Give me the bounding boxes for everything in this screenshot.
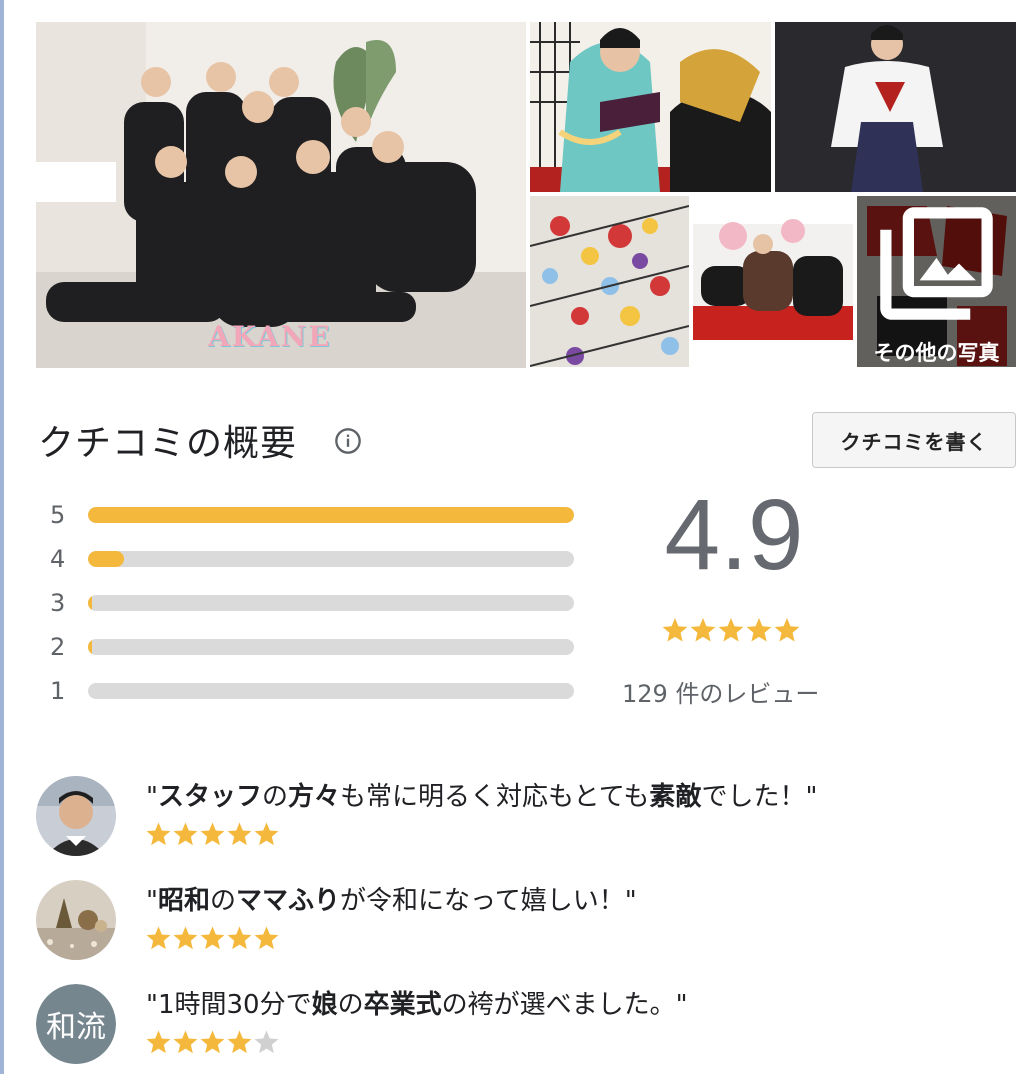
- star-filled-icon: [774, 618, 800, 642]
- quote-highlight: ママふり: [236, 886, 341, 916]
- review-snippet-quote: "1時間30分で娘の卒業式の袴が選べました。": [146, 984, 688, 1021]
- histogram-row-2[interactable]: 2: [50, 632, 580, 662]
- star-filled-icon: [746, 618, 772, 642]
- star-filled-icon: [254, 822, 279, 846]
- reviewer-avatar-photo: [36, 776, 116, 856]
- histogram-bar-track: [88, 595, 574, 611]
- review-snippet-quote: "スタッフの方々も常に明るく対応もとても素敵でした！": [146, 776, 817, 813]
- accessories-photo-image: [530, 196, 689, 367]
- quote-highlight: 素敵: [649, 782, 702, 812]
- star-filled-icon: [200, 822, 225, 846]
- quote-highlight: 卒業式: [363, 990, 442, 1020]
- quote-text: ": [146, 782, 158, 812]
- star-filled-icon: [146, 1030, 171, 1054]
- quote-text: が令和になって嬉しい！": [340, 886, 637, 916]
- star-filled-icon: [718, 618, 744, 642]
- quote-text: の袴が選べました。": [441, 990, 688, 1020]
- more-photos-tile[interactable]: その他の写真: [857, 196, 1016, 367]
- decor-photo-avatar: [36, 880, 116, 960]
- write-review-button[interactable]: クチコミを書く: [812, 412, 1016, 468]
- info-icon[interactable]: [334, 427, 362, 455]
- histogram-star-label: 3: [50, 589, 66, 617]
- photo-library-icon: [880, 207, 993, 320]
- review-snippet[interactable]: "スタッフの方々も常に明るく対応もとても素敵でした！": [36, 776, 996, 866]
- quote-highlight: 娘: [311, 990, 338, 1020]
- quote-text: "1時間30分で: [146, 990, 312, 1020]
- quote-text: でした！": [701, 782, 818, 812]
- star-filled-icon: [227, 822, 252, 846]
- review-snippet-stars: [146, 926, 279, 950]
- photo-hakama-man[interactable]: [775, 22, 1016, 192]
- hakama-photo-image: [775, 22, 1016, 192]
- star-filled-icon: [200, 926, 225, 950]
- photo-kimono-furisode[interactable]: [530, 22, 771, 192]
- reviewer-avatar-initials: 和流: [36, 984, 116, 1064]
- watermark-text: AKANE: [208, 320, 332, 353]
- star-filled-icon: [173, 1030, 198, 1054]
- kimono-photo-image: [530, 22, 771, 192]
- quote-text: の: [337, 990, 364, 1020]
- star-empty-icon: [254, 1030, 279, 1054]
- histogram-bar-track: [88, 683, 574, 699]
- histogram-bar-track: [88, 551, 574, 567]
- quote-highlight: 方々: [288, 782, 341, 812]
- quote-text: の: [209, 886, 236, 916]
- histogram-star-label: 1: [50, 677, 66, 705]
- family-photo-image: [693, 196, 853, 367]
- star-filled-icon: [662, 618, 688, 642]
- photo-hair-accessories[interactable]: [530, 196, 689, 367]
- reviewer-avatar-photo: [36, 880, 116, 960]
- review-snippet[interactable]: "昭和のママふりが令和になって嬉しい！": [36, 880, 996, 970]
- histogram-bar-fill: [88, 507, 574, 523]
- quote-highlight: スタッフ: [157, 782, 262, 812]
- review-snippet-quote: "昭和のママふりが令和になって嬉しい！": [146, 880, 637, 917]
- more-photos-label: その他の写真: [873, 341, 1000, 365]
- team-photo-image: [36, 22, 526, 368]
- quote-text: も常に明るく対応もとても: [340, 782, 650, 812]
- histogram-bar-fill: [88, 639, 92, 655]
- star-filled-icon: [200, 1030, 225, 1054]
- avatar-initials-text: 和流: [36, 984, 116, 1064]
- star-filled-icon: [227, 926, 252, 950]
- review-summary-title: クチコミの概要: [38, 423, 298, 464]
- histogram-row-1[interactable]: 1: [50, 676, 580, 706]
- review-snippet-stars: [146, 1030, 279, 1054]
- review-snippet[interactable]: 和流 "1時間30分で娘の卒業式の袴が選べました。": [36, 984, 996, 1074]
- histogram-row-4[interactable]: 4: [50, 544, 580, 574]
- histogram-star-label: 4: [50, 545, 66, 573]
- histogram-row-5[interactable]: 5: [50, 500, 580, 530]
- person-photo-avatar: [36, 776, 116, 856]
- star-filled-icon: [254, 926, 279, 950]
- photo-family[interactable]: [693, 196, 853, 367]
- average-rating-stars: [662, 618, 800, 642]
- histogram-bar-track: [88, 507, 574, 523]
- review-snippet-stars: [146, 822, 279, 846]
- star-filled-icon: [146, 822, 171, 846]
- histogram-bar-track: [88, 639, 574, 655]
- star-filled-icon: [690, 618, 716, 642]
- histogram-bar-fill: [88, 595, 92, 611]
- more-photos-overlay: その他の写真: [857, 196, 1016, 367]
- histogram-bar-fill: [88, 551, 125, 567]
- quote-text: ": [146, 886, 158, 916]
- histogram-star-label: 2: [50, 633, 66, 661]
- star-filled-icon: [173, 926, 198, 950]
- quote-highlight: 昭和: [157, 886, 210, 916]
- star-filled-icon: [173, 822, 198, 846]
- histogram-star-label: 5: [50, 501, 66, 529]
- star-filled-icon: [146, 926, 171, 950]
- review-count[interactable]: 129 件のレビュー: [622, 674, 819, 709]
- average-rating-score: 4.9: [664, 479, 804, 591]
- star-filled-icon: [227, 1030, 252, 1054]
- quote-text: の: [261, 782, 288, 812]
- photo-team-group[interactable]: AKANE: [36, 22, 526, 368]
- histogram-row-3[interactable]: 3: [50, 588, 580, 618]
- window-left-edge: [0, 0, 4, 1074]
